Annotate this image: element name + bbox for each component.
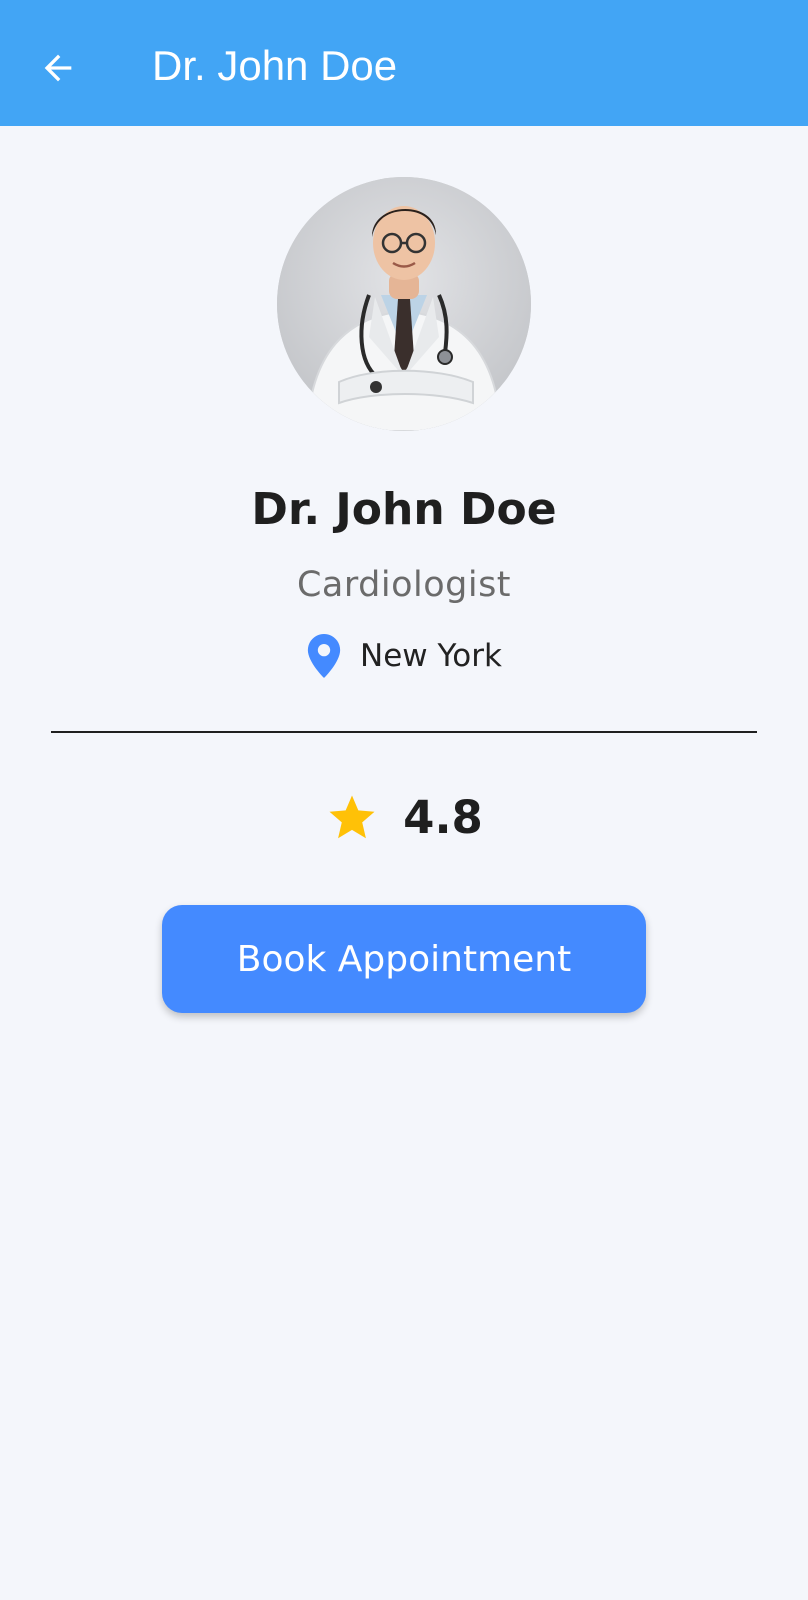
doctor-avatar xyxy=(277,177,531,431)
location-pin-icon xyxy=(307,634,341,678)
app-bar-title: Dr. John Doe xyxy=(152,42,398,89)
divider xyxy=(51,731,757,733)
app-bar: Dr. John Doe xyxy=(0,0,808,126)
rating-value: 4.8 xyxy=(403,791,483,844)
doctor-photo xyxy=(277,177,531,431)
book-appointment-button[interactable]: Book Appointment xyxy=(162,905,646,1013)
back-button[interactable] xyxy=(30,40,86,96)
location-label: New York xyxy=(360,638,502,674)
arrow-back-icon xyxy=(44,54,72,82)
doctor-specialty: Cardiologist xyxy=(296,565,512,605)
star-icon xyxy=(329,795,375,839)
location-row: New York xyxy=(0,632,808,680)
rating-row: 4.8 xyxy=(0,788,808,848)
doctor-name: Dr. John Doe xyxy=(251,484,557,535)
